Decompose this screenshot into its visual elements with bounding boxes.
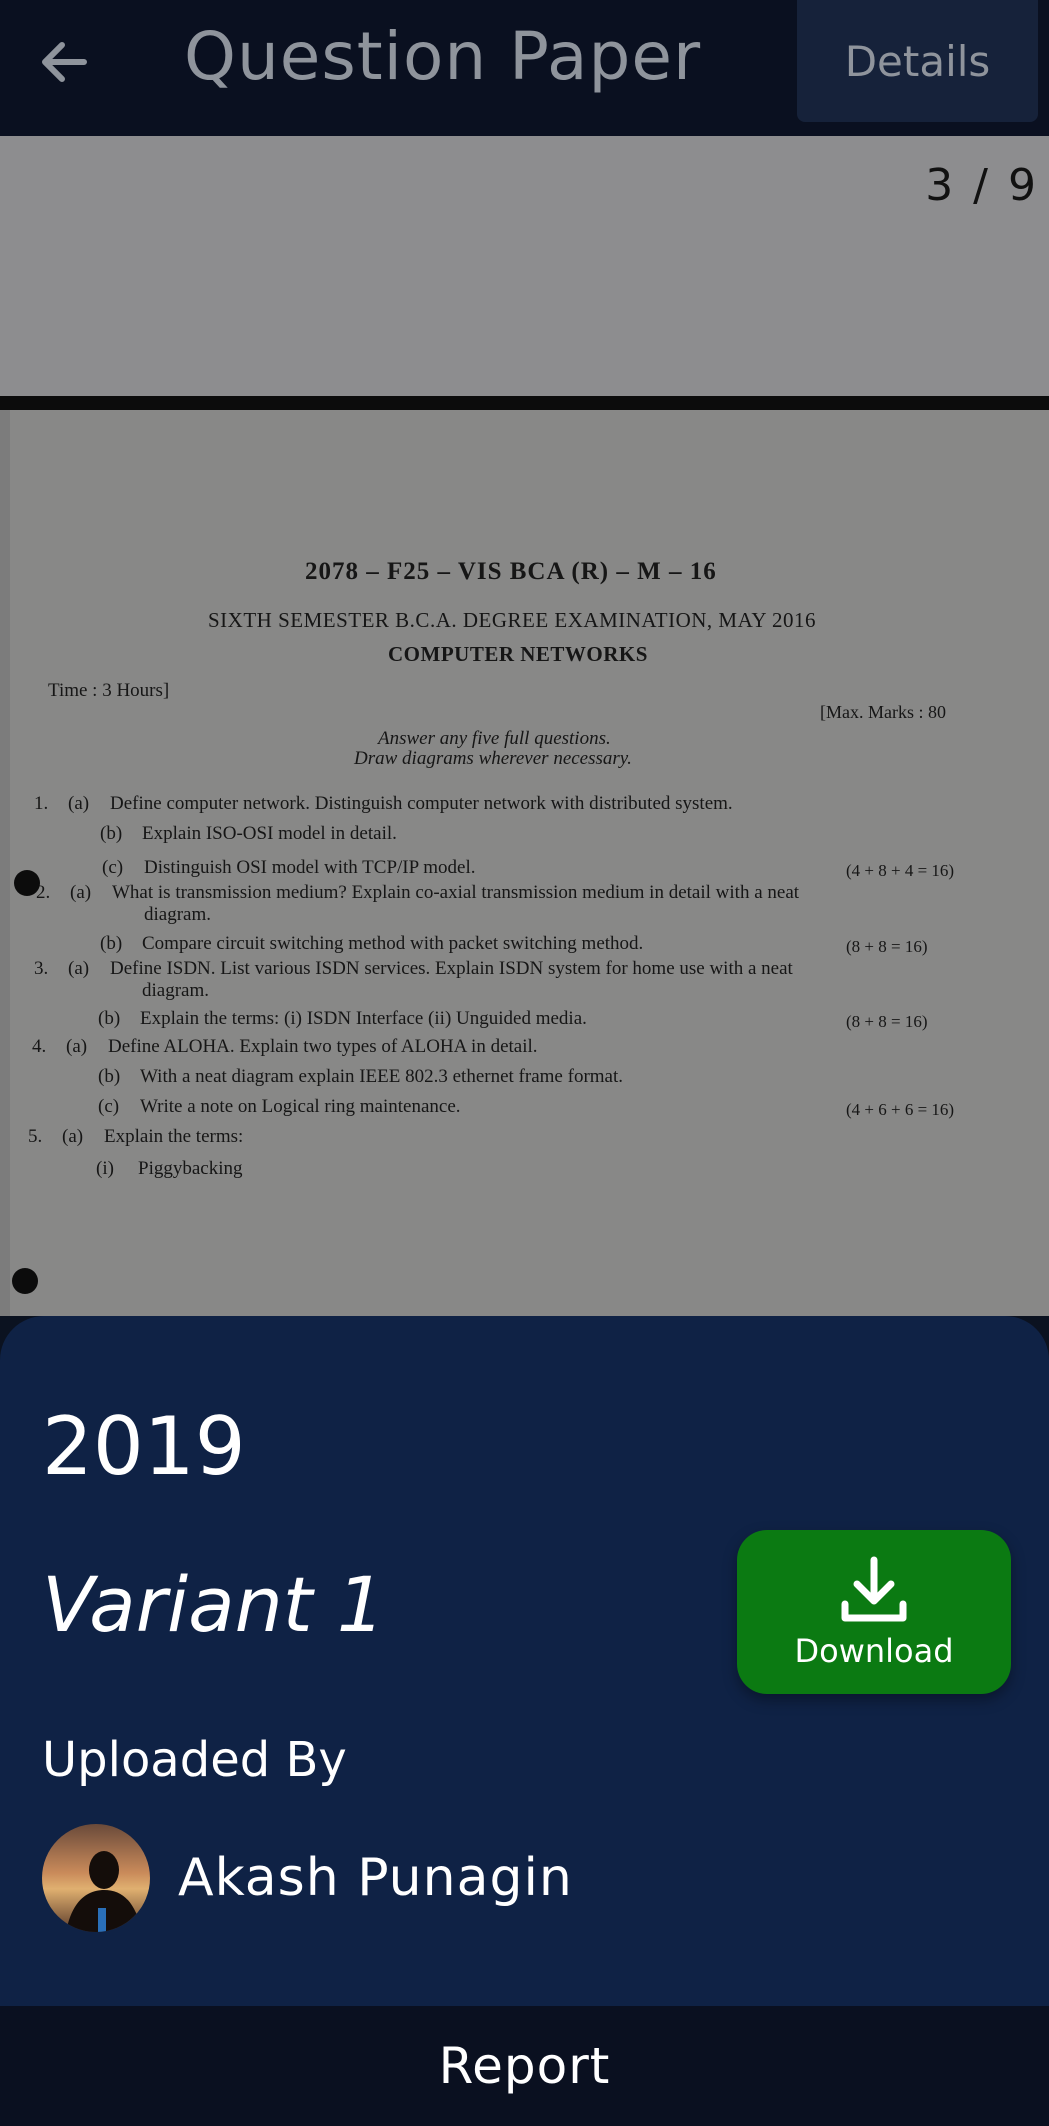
question-part: (b) [98, 1066, 121, 1087]
question-marks: (8 + 8 = 16) [846, 937, 928, 956]
question-part: (b) [100, 933, 123, 954]
question-marks: (4 + 8 + 4 = 16) [846, 861, 955, 880]
page-counter: 3 / 9 [925, 160, 1039, 211]
question-number: 3. [34, 958, 49, 979]
question-marks: (8 + 8 = 16) [846, 1012, 928, 1031]
question-text: diagram. [142, 980, 210, 1001]
question-part: (a) [66, 1036, 88, 1057]
question-number: 5. [28, 1126, 43, 1147]
download-button[interactable]: Download [737, 1530, 1011, 1694]
question-part: (c) [102, 857, 124, 878]
paper-instruction: Draw diagrams wherever necessary. [354, 748, 632, 769]
question-number: 1. [34, 793, 49, 814]
paper-instruction: Answer any five full questions. [378, 728, 611, 749]
report-button[interactable]: Report [0, 2006, 1049, 2126]
app-bar: Question Paper Details [0, 0, 1049, 136]
paper-semester: SIXTH SEMESTER B.C.A. DEGREE EXAMINATION… [208, 608, 816, 632]
paper-max-marks: [Max. Marks : 80 [820, 702, 946, 722]
question-text: Distinguish OSI model with TCP/IP model. [144, 857, 476, 878]
arrow-left-icon [42, 42, 87, 82]
paper-info-sheet: 2019 Variant 1 Download Uploaded By Akas… [0, 1316, 1049, 2006]
uploaded-by-label: Uploaded By [42, 1732, 347, 1788]
question-part: (b) [98, 1008, 121, 1029]
back-button[interactable] [28, 26, 100, 98]
paper-sheet: 2078 – F25 – VIS BCA (R) – M – 16 SIXTH … [10, 410, 1049, 1316]
question-text: Explain ISO-OSI model in detail. [142, 823, 397, 844]
punch-hole [14, 870, 40, 896]
paper-year: 2019 [42, 1400, 246, 1493]
download-label: Download [794, 1632, 954, 1670]
question-paper-image: 2078 – F25 – VIS BCA (R) – M – 16 SIXTH … [0, 396, 1049, 1316]
question-marks: (4 + 6 + 6 = 16) [846, 1100, 955, 1119]
paper-subject: COMPUTER NETWORKS [388, 642, 648, 666]
question-text: Explain the terms: (i) ISDN Interface (i… [140, 1008, 587, 1029]
question-text: Define ISDN. List various ISDN services.… [110, 958, 793, 979]
question-text: Piggybacking [138, 1158, 243, 1179]
question-part: (i) [96, 1158, 114, 1179]
user-silhouette-icon [66, 1851, 142, 1932]
paper-variant: Variant 1 [42, 1560, 386, 1649]
question-text: With a neat diagram explain IEEE 802.3 e… [140, 1066, 624, 1087]
details-button[interactable]: Details [797, 0, 1038, 122]
question-part: (a) [68, 793, 90, 814]
uploader-name: Akash Punagin [178, 1848, 573, 1908]
punch-hole [12, 1268, 38, 1294]
question-number: 4. [32, 1036, 47, 1057]
paper-code: 2078 – F25 – VIS BCA (R) – M – 16 [305, 558, 717, 585]
question-text: diagram. [144, 904, 212, 925]
page-title: Question Paper [184, 18, 702, 95]
question-part: (a) [68, 958, 90, 979]
question-part: (a) [62, 1126, 84, 1147]
avatar[interactable] [42, 1824, 150, 1932]
question-text: Write a note on Logical ring maintenance… [140, 1096, 461, 1117]
document-viewer[interactable]: 3 / 9 2078 – F25 – VIS BCA (R) – M – 16 … [0, 136, 1049, 1316]
question-text: Define computer network. Distinguish com… [110, 793, 733, 814]
question-part: (c) [98, 1096, 120, 1117]
question-text: Compare circuit switching method with pa… [142, 933, 644, 954]
download-icon [841, 1556, 907, 1622]
paper-time: Time : 3 Hours] [48, 680, 170, 701]
question-text: What is transmission medium? Explain co-… [112, 882, 800, 903]
question-text: Define ALOHA. Explain two types of ALOHA… [108, 1036, 538, 1057]
question-part: (a) [70, 882, 92, 903]
question-part: (b) [100, 823, 123, 844]
question-text: Explain the terms: [104, 1126, 244, 1147]
